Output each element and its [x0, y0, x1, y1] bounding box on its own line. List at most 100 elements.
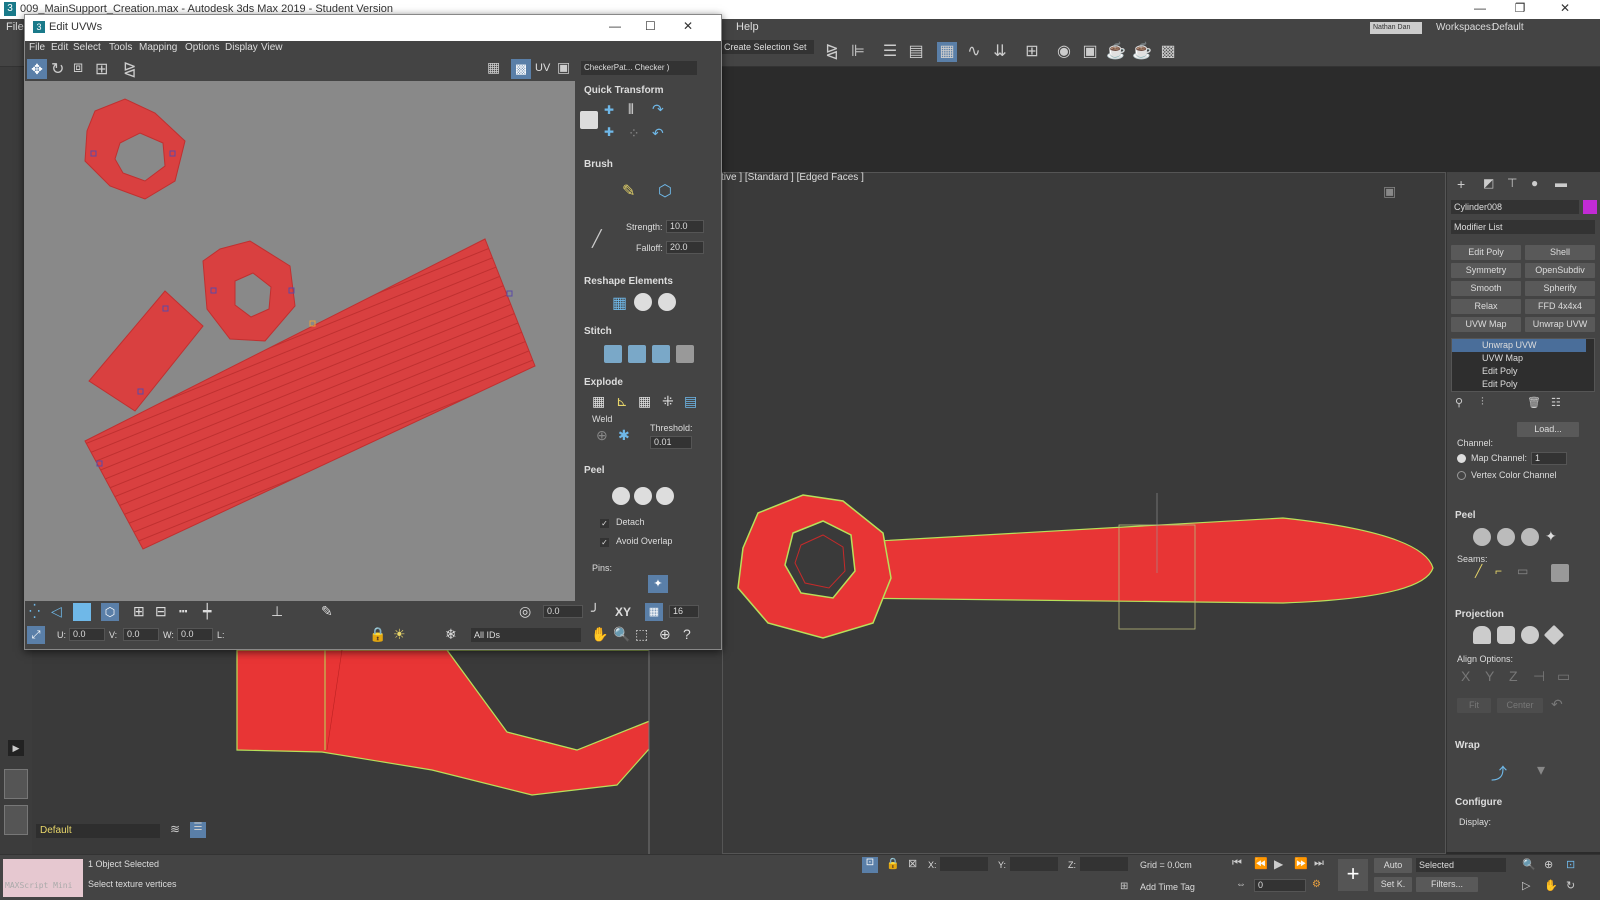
material-editor-icon[interactable]: ◉: [1054, 42, 1074, 62]
texture-settings-icon[interactable]: ▣: [557, 59, 570, 76]
zoom-region-icon[interactable]: ⬚: [635, 626, 648, 643]
projection-rollout-header[interactable]: Projection: [1455, 609, 1504, 620]
modifier-opensubdiv-button[interactable]: OpenSubdiv: [1525, 263, 1595, 278]
modifier-symmetry-button[interactable]: Symmetry: [1451, 263, 1521, 278]
edge-select-icon[interactable]: ◁: [51, 603, 62, 620]
absolute-offset-icon[interactable]: ⤢: [27, 626, 45, 644]
edit-uvws-title-bar[interactable]: 3 Edit UVWs — ☐ ✕: [25, 15, 721, 41]
break-by-polygon-icon[interactable]: ▦: [592, 393, 605, 410]
space-vertical-icon[interactable]: ⫴: [628, 101, 634, 118]
point-to-point-seam-icon[interactable]: ⌐: [1495, 564, 1502, 578]
display-tab-icon[interactable]: ▬: [1555, 176, 1567, 190]
stack-item-edit-poly-2[interactable]: Edit Poly: [1452, 378, 1586, 391]
close-button[interactable]: ✕: [1545, 1, 1585, 15]
load-button[interactable]: Load...: [1517, 422, 1579, 437]
zoom-icon[interactable]: 🔍: [1522, 858, 1536, 871]
lock-selection-icon[interactable]: 🔒: [369, 626, 386, 643]
fit-button[interactable]: Fit: [1457, 698, 1491, 713]
soft-selection-icon[interactable]: ◎: [519, 603, 531, 620]
seams-from-selection-icon[interactable]: ▭: [1517, 564, 1528, 578]
stitch-average-icon[interactable]: [628, 345, 646, 363]
vertex-select-icon[interactable]: ⁛: [29, 603, 40, 620]
time-config-icon[interactable]: ⚙: [1312, 879, 1321, 890]
restore-button[interactable]: ❐: [1500, 1, 1540, 15]
scale-tool-icon[interactable]: ⧈: [73, 59, 83, 77]
pan-icon[interactable]: ✋: [1544, 879, 1558, 892]
current-frame-field[interactable]: 0: [1254, 879, 1306, 892]
modifier-shell-button[interactable]: Shell: [1525, 245, 1595, 260]
pin-icon[interactable]: ✦: [1545, 528, 1557, 545]
uvw-maximize-button[interactable]: ☐: [645, 19, 656, 33]
align-horizontal-icon[interactable]: ✚: [604, 125, 614, 139]
render-online-icon[interactable]: ▩: [1158, 42, 1178, 62]
v-spinner[interactable]: 0.0: [123, 628, 159, 641]
grid-spinner[interactable]: 16: [669, 605, 699, 618]
u-spinner[interactable]: 0.0: [69, 628, 105, 641]
reset-peel-icon[interactable]: [1521, 528, 1539, 546]
rotate-tool-icon[interactable]: ↻: [51, 59, 64, 79]
angle-spinner[interactable]: 0.0: [543, 605, 583, 618]
spline-map-icon[interactable]: ⤴: [1491, 760, 1507, 784]
material-ids-dropdown[interactable]: All IDs: [471, 628, 581, 642]
dope-sheet-icon[interactable]: ⇊: [990, 42, 1010, 62]
next-frame-icon[interactable]: ⏩: [1294, 857, 1308, 870]
zoom-extents-icon[interactable]: ⊡: [1566, 858, 1575, 871]
align-z-button[interactable]: Z: [1509, 668, 1518, 684]
shrink-selection-icon[interactable]: ⊟: [155, 603, 167, 620]
layer-manager-icon[interactable]: ☰: [190, 822, 206, 838]
peel-mode-icon[interactable]: [634, 487, 652, 505]
play-icon[interactable]: ▶: [1274, 857, 1283, 871]
center-button[interactable]: Center: [1497, 698, 1543, 713]
space-horizontal-icon[interactable]: ⁘: [628, 125, 640, 142]
planar-map-icon[interactable]: [1473, 626, 1491, 644]
zoom-all-icon[interactable]: ⊕: [1544, 858, 1553, 871]
perspective-viewport[interactable]: tive ] [Standard ] [Edged Faces ] ▣: [721, 172, 1446, 854]
menu-help[interactable]: Help: [736, 21, 759, 33]
uvw-menu-file[interactable]: File: [29, 42, 45, 53]
uvw-close-button[interactable]: ✕: [683, 19, 693, 33]
flatten-icon[interactable]: ▤: [684, 393, 697, 410]
peel-rollout-header[interactable]: Peel: [1455, 510, 1476, 521]
stack-item-unwrap-uvw[interactable]: Unwrap UVW: [1452, 339, 1586, 352]
layer-dropdown[interactable]: Default: [36, 824, 160, 838]
show-map-icon[interactable]: ▦: [487, 59, 500, 76]
configure-sets-icon[interactable]: ☷: [1551, 396, 1561, 409]
key-mode-icon[interactable]: ⇔: [1236, 879, 1246, 890]
key-filters-button[interactable]: Filters...: [1416, 877, 1478, 892]
relax-settings-icon[interactable]: [658, 293, 676, 311]
break-by-material-icon[interactable]: ▦: [638, 393, 651, 410]
render-frame-icon[interactable]: ☕: [1106, 42, 1126, 62]
uv-axis-label[interactable]: UV: [535, 62, 550, 74]
threshold-spinner[interactable]: 0.01: [650, 436, 692, 449]
mirror-uv-icon[interactable]: ⧎: [123, 59, 136, 79]
help-icon[interactable]: ?: [683, 626, 691, 642]
render-setup-icon[interactable]: ▣: [1080, 42, 1100, 62]
peel-mode-icon[interactable]: [1497, 528, 1515, 546]
paint-move-icon[interactable]: ✎: [622, 181, 635, 201]
key-filter-dropdown[interactable]: Selected: [1416, 858, 1506, 872]
viewport-label[interactable]: tive ] [Standard ] [Edged Faces ]: [721, 172, 864, 183]
stack-item-uvw-map[interactable]: UVW Map: [1452, 352, 1586, 365]
avoid-overlap-checkbox[interactable]: ✓: [600, 538, 609, 547]
strength-spinner[interactable]: 10.0: [666, 220, 704, 233]
align-to-axis-icon[interactable]: [580, 111, 598, 129]
loop-icon[interactable]: ┅: [179, 603, 187, 620]
modifier-edit-poly-button[interactable]: Edit Poly: [1451, 245, 1521, 260]
selection-set-dropdown[interactable]: Create Selection Set: [722, 40, 814, 54]
prev-frame-icon[interactable]: ⏪: [1254, 857, 1268, 870]
rotate-90-icon[interactable]: ↷: [652, 101, 664, 118]
hide-icon[interactable]: ☀: [393, 626, 406, 643]
modifier-smooth-button[interactable]: Smooth: [1451, 281, 1521, 296]
front-viewport[interactable]: Default ≋ ☰: [32, 650, 722, 854]
explode-header[interactable]: Explode: [584, 377, 623, 388]
break-by-smoothing-icon[interactable]: ⊾: [616, 393, 628, 410]
relax-element-icon[interactable]: [634, 293, 652, 311]
move-tool-icon[interactable]: ✥: [27, 59, 47, 79]
motion-tab-icon[interactable]: ●: [1531, 176, 1538, 190]
workspaces-dropdown[interactable]: Default: [1492, 22, 1592, 33]
falloff-spinner[interactable]: 20.0: [666, 241, 704, 254]
weld-target-icon[interactable]: ⊕: [596, 427, 608, 444]
xy-toggle[interactable]: XY: [615, 605, 631, 619]
reshape-elements-header[interactable]: Reshape Elements: [584, 276, 673, 287]
break-by-element-icon[interactable]: ⁜: [662, 393, 674, 410]
